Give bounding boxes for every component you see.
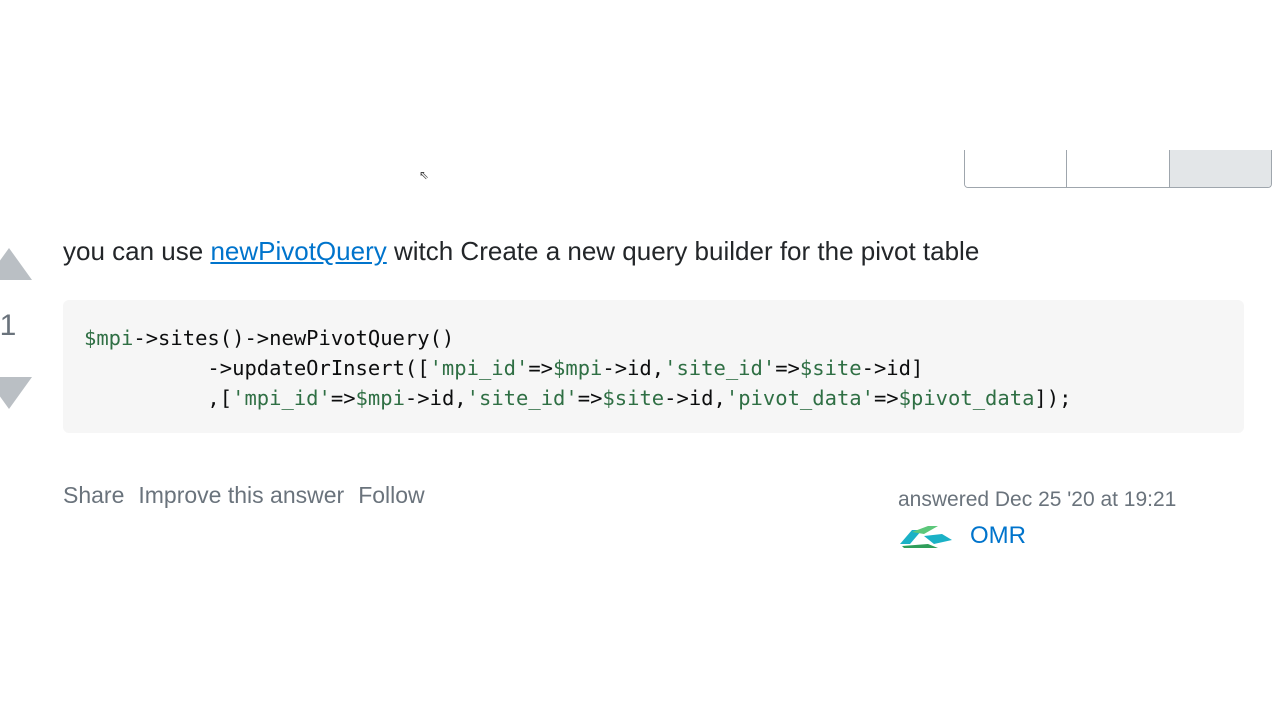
sort-tab-2[interactable]: [1067, 150, 1170, 187]
code-token: 'site_id': [664, 356, 776, 380]
code-token: =>: [775, 356, 800, 380]
code-token: $pivot_data: [898, 386, 1035, 410]
answer-text-after: witch Create a new query builder for the…: [386, 236, 980, 266]
code-token: =>: [873, 386, 899, 410]
answer-body-text: you can use newPivotQuery witch Create a…: [63, 234, 979, 268]
code-token: =>: [577, 386, 603, 410]
code-token: =>: [330, 386, 356, 410]
code-token: ->id,: [404, 386, 467, 410]
code-block: $mpi->sites()->newPivotQuery() ->updateO…: [63, 300, 1244, 433]
code-content: $mpi->sites()->newPivotQuery() ->updateO…: [84, 323, 1223, 413]
code-line: ,['mpi_id'=>$mpi->id,'site_id'=>$site->i…: [84, 386, 1071, 410]
follow-link[interactable]: Follow: [358, 480, 424, 510]
downvote-arrow-icon[interactable]: [0, 377, 32, 409]
sort-tabs: [964, 150, 1272, 188]
share-link[interactable]: Share: [63, 480, 124, 510]
newpivotquery-link[interactable]: newPivotQuery: [210, 236, 386, 266]
code-token: ->id,: [602, 356, 665, 380]
code-token: $mpi: [84, 326, 134, 350]
mouse-cursor-icon: ⇖: [419, 168, 430, 182]
code-token: 'site_id': [466, 386, 578, 410]
sort-tab-1[interactable]: [965, 150, 1068, 187]
answer-text-before: you can use: [63, 236, 211, 266]
code-token: ,[: [84, 386, 233, 410]
code-token: ->id]: [861, 356, 924, 380]
answered-timestamp: answered Dec 25 '20 at 19:21: [898, 488, 1177, 511]
code-line: $mpi->sites()->newPivotQuery(): [84, 326, 454, 350]
code-token: $site: [602, 386, 665, 410]
upvote-arrow-icon[interactable]: [0, 248, 32, 280]
user-name-link[interactable]: OMR: [970, 521, 1026, 551]
code-token: ->id,: [664, 386, 726, 410]
code-token: 'mpi_id': [232, 386, 331, 410]
sort-tab-3[interactable]: [1169, 150, 1271, 187]
user-details: OMR: [898, 522, 1238, 552]
vote-count: 1: [0, 309, 17, 342]
code-line: ->updateOrInsert(['mpi_id'=>$mpi->id,'si…: [84, 356, 923, 380]
code-token: ->updateOrInsert([: [84, 356, 430, 380]
code-token: $mpi: [355, 386, 405, 410]
avatar[interactable]: [898, 522, 956, 548]
code-token: =>: [528, 356, 554, 380]
code-token: ->sites()->newPivotQuery(): [133, 326, 455, 350]
code-token: 'pivot_data': [725, 386, 874, 410]
improve-answer-link[interactable]: Improve this answer: [138, 480, 344, 510]
code-token: ]);: [1034, 386, 1072, 410]
code-token: 'mpi_id': [429, 356, 529, 380]
code-token: $site: [799, 356, 862, 380]
answer-page: ⇖ 1 you can use newPivotQuery witch Crea…: [0, 0, 1280, 720]
post-menu: Share Improve this answer Follow: [63, 480, 425, 510]
user-signature: answered Dec 25 '20 at 19:21 OMR: [898, 486, 1238, 549]
code-token: $mpi: [553, 356, 603, 380]
